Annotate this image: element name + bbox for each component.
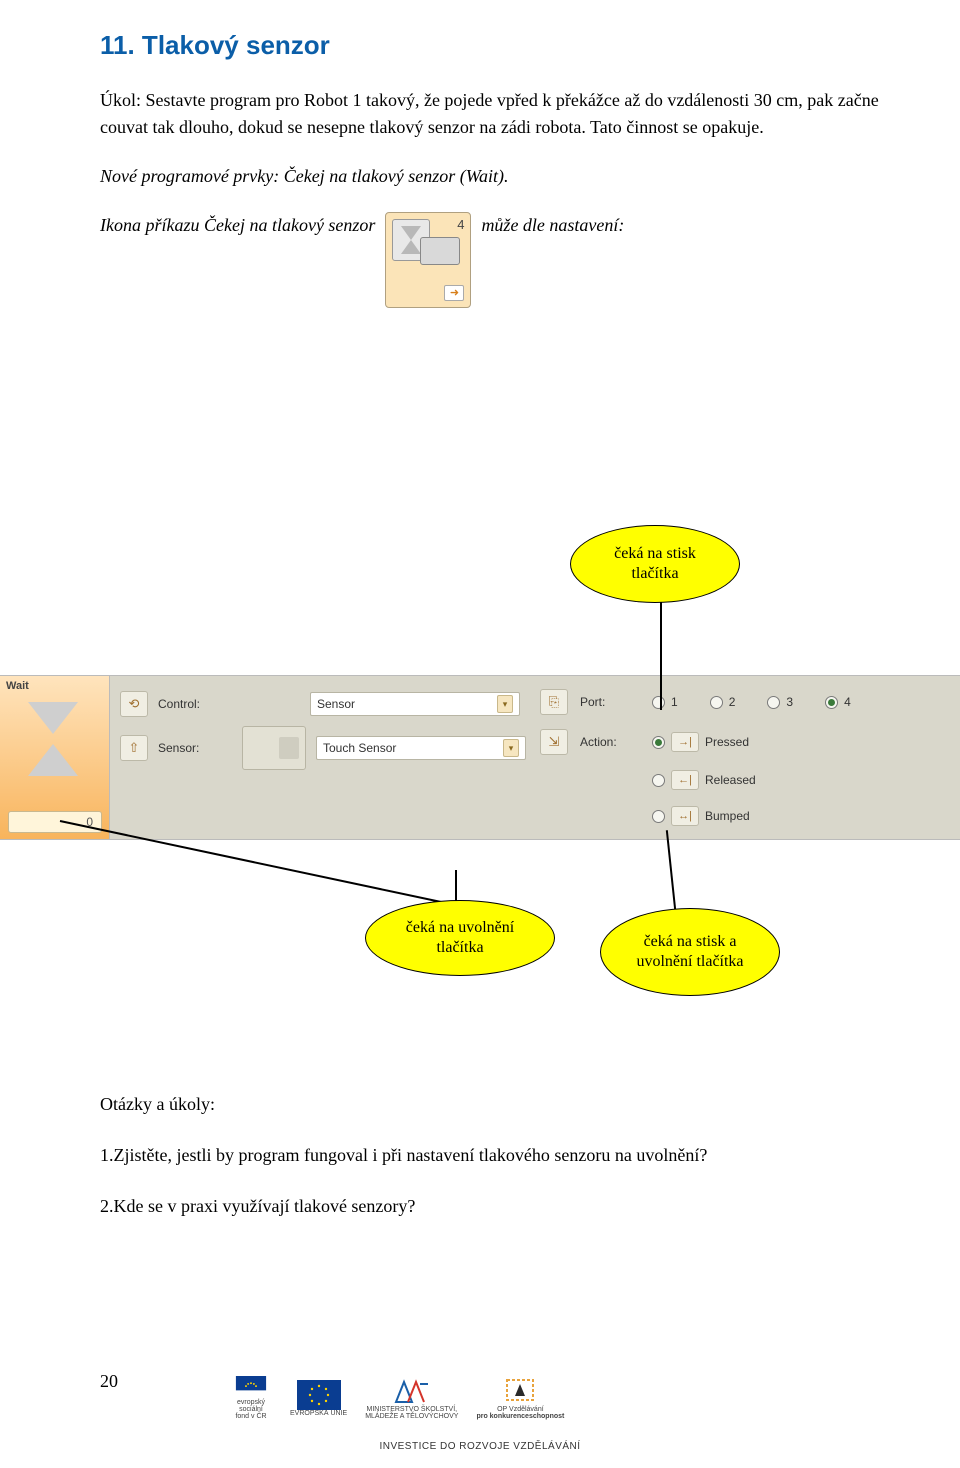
port-3-label: 3 bbox=[786, 695, 793, 709]
action-released[interactable]: ←| Released bbox=[652, 770, 756, 790]
touch-sensor-icon bbox=[242, 726, 306, 770]
port-4-label: 4 bbox=[844, 695, 851, 709]
port-3[interactable]: 3 bbox=[767, 695, 793, 709]
op-line2: pro konkurenceschopnost bbox=[476, 1413, 564, 1420]
control-label: Control: bbox=[158, 697, 220, 711]
msmt-line1: MINISTERSTVO ŠKOLSTVÍ, bbox=[366, 1406, 457, 1413]
sensor-row-icon: ⇧ bbox=[120, 735, 148, 761]
control-icon: ⟲ bbox=[120, 691, 148, 717]
action-icon: ⇲ bbox=[540, 729, 568, 755]
footer-logos: evropský sociální fond v ČR EVROPSKÁ UNI… bbox=[230, 1366, 730, 1430]
wait-block-port: 4 bbox=[457, 215, 464, 235]
esf-logo: evropský sociální fond v ČR bbox=[230, 1376, 272, 1420]
port-4[interactable]: 4 bbox=[825, 695, 851, 709]
callout-pressed: čeká na stisk tlačítka bbox=[570, 525, 740, 603]
action-pressed[interactable]: →| Pressed bbox=[652, 732, 749, 752]
panel-left: Wait 0 bbox=[0, 676, 110, 839]
callout-released: čeká na uvolnění tlačítka bbox=[365, 900, 555, 976]
sensor-row: ⇧ Sensor: Touch Sensor ▾ bbox=[120, 732, 526, 764]
control-value: Sensor bbox=[317, 697, 355, 711]
port-label: Port: bbox=[580, 695, 640, 709]
action-label: Action: bbox=[580, 735, 640, 749]
sensor-value: Touch Sensor bbox=[323, 741, 396, 755]
port-2-label: 2 bbox=[729, 695, 736, 709]
question-1: 1.Zjistěte, jestli by program fungoval i… bbox=[100, 1141, 860, 1170]
eu-label: EVROPSKÁ UNIE bbox=[290, 1410, 347, 1417]
action-row: ⇲ Action: →| Pressed bbox=[540, 728, 749, 756]
wait-label: Wait bbox=[6, 680, 29, 692]
footer-tagline: INVESTICE DO ROZVOJE VZDĚLÁVÁNÍ bbox=[0, 1441, 960, 1452]
new-elements-paragraph: Nové programové prvky: Čekej na tlakový … bbox=[100, 163, 900, 190]
chevron-down-icon: ▾ bbox=[497, 695, 513, 713]
page-title: 11. Tlakový senzor bbox=[100, 30, 900, 61]
callout-bumped: čeká na stisk a uvolnění tlačítka bbox=[600, 908, 780, 996]
page-number: 20 bbox=[100, 1371, 118, 1392]
port-2[interactable]: 2 bbox=[710, 695, 736, 709]
port-1-label: 1 bbox=[671, 695, 678, 709]
nxt-config-panel: Wait 0 ⟲ Control: Sensor ▾ ⇧ Sensor: Tou… bbox=[0, 675, 960, 840]
panel-right: ⎘ Port: 1 2 3 4 ⇲ Action: →| Pressed ←| bbox=[540, 676, 950, 839]
esf-line1: evropský bbox=[237, 1399, 265, 1406]
question-2: 2.Kde se v praxi využívají tlakové senzo… bbox=[100, 1192, 860, 1221]
icon-sentence: Ikona příkazu Čekej na tlakový senzor 4 … bbox=[100, 212, 900, 308]
op-logo: OP Vzdělávání pro konkurenceschopnost bbox=[476, 1376, 564, 1420]
control-dropdown[interactable]: Sensor ▾ bbox=[310, 692, 520, 716]
released-icon: ←| bbox=[671, 770, 699, 790]
wait-block-icon: 4 ➜ bbox=[385, 212, 471, 308]
msmt-line2: MLÁDEŽE A TĚLOVÝCHOVY bbox=[365, 1413, 458, 1420]
msmt-logo: MINISTERSTVO ŠKOLSTVÍ, MLÁDEŽE A TĚLOVÝC… bbox=[365, 1376, 458, 1420]
action-bumped-label: Bumped bbox=[705, 809, 750, 823]
questions-block: Otázky a úkoly: 1.Zjistěte, jestli by pr… bbox=[100, 1090, 860, 1242]
action-released-row: ←| Released bbox=[540, 766, 756, 794]
eu-logo: EVROPSKÁ UNIE bbox=[290, 1376, 347, 1420]
chevron-down-icon: ▾ bbox=[503, 739, 519, 757]
task-paragraph: Úkol: Sestavte program pro Robot 1 takov… bbox=[100, 87, 900, 141]
port-row: ⎘ Port: 1 2 3 4 bbox=[540, 688, 851, 716]
inline-after: může dle nastavení: bbox=[481, 212, 624, 239]
sensor-label: Sensor: bbox=[158, 741, 220, 755]
inline-before: Ikona příkazu Čekej na tlakový senzor bbox=[100, 212, 375, 239]
callout-pointer bbox=[660, 600, 662, 710]
action-bumped[interactable]: ↔| Bumped bbox=[652, 806, 750, 826]
questions-heading: Otázky a úkoly: bbox=[100, 1090, 860, 1119]
pressed-icon: →| bbox=[671, 732, 699, 752]
counter-field[interactable]: 0 bbox=[8, 811, 102, 833]
hourglass-icon bbox=[22, 702, 84, 776]
port-group: 1 2 3 4 bbox=[652, 695, 851, 709]
control-row: ⟲ Control: Sensor ▾ bbox=[120, 688, 520, 720]
port-icon: ⎘ bbox=[540, 689, 568, 715]
arrow-icon: ➜ bbox=[444, 285, 464, 301]
action-pressed-label: Pressed bbox=[705, 735, 749, 749]
esf-line3: fond v ČR bbox=[235, 1413, 266, 1420]
sensor-dropdown[interactable]: Touch Sensor ▾ bbox=[316, 736, 526, 760]
port-1[interactable]: 1 bbox=[652, 695, 678, 709]
action-released-label: Released bbox=[705, 773, 756, 787]
touch-sensor-icon bbox=[420, 237, 460, 265]
callout-pointer bbox=[666, 830, 676, 910]
esf-line2: sociální bbox=[239, 1406, 263, 1413]
bumped-icon: ↔| bbox=[671, 806, 699, 826]
op-line1: OP Vzdělávání bbox=[497, 1406, 544, 1413]
action-bumped-row: ↔| Bumped bbox=[540, 802, 750, 830]
